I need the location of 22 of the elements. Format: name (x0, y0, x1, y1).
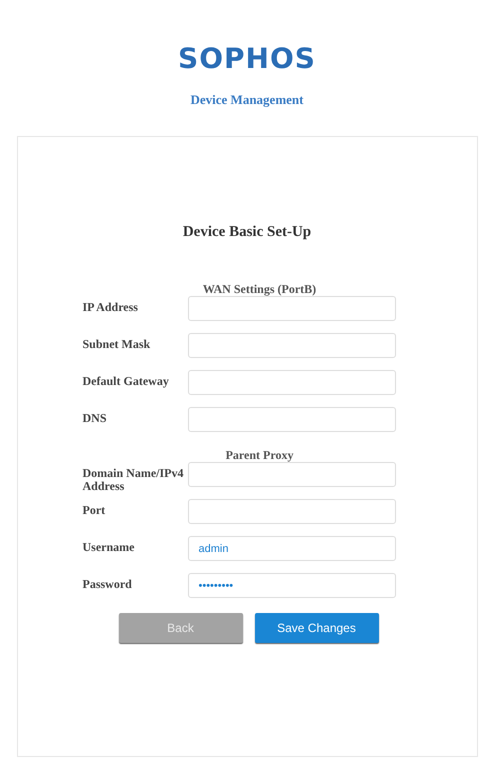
field-label: Port (82, 502, 106, 517)
input-field[interactable] (188, 407, 396, 432)
field-label: Default Gateway (82, 373, 170, 388)
field-label: Password (82, 576, 133, 591)
section-heading: Parent Proxy (226, 447, 294, 464)
input-field[interactable] (188, 370, 396, 395)
field-label: Domain Name/IPv4 Address (82, 465, 184, 493)
app-subtitle: Device Management (190, 91, 304, 109)
logo: SOPHOS (178, 45, 316, 73)
input-field[interactable]: admin (188, 536, 396, 561)
input-field[interactable]: ••••••••• (188, 573, 396, 598)
input-field[interactable] (188, 296, 396, 321)
field-label: Subnet Mask (82, 336, 152, 351)
field-label: Username (82, 539, 136, 554)
field-label: IP Address (82, 299, 139, 314)
input-field[interactable] (188, 462, 396, 487)
form-title: Device Basic Set-Up (182, 222, 312, 242)
save-button[interactable]: Save Changes (254, 613, 378, 643)
field-label: DNS (82, 410, 108, 425)
input-field[interactable] (188, 333, 396, 358)
section-heading: WAN Settings (PortB) (202, 281, 316, 298)
input-field[interactable] (188, 499, 396, 524)
